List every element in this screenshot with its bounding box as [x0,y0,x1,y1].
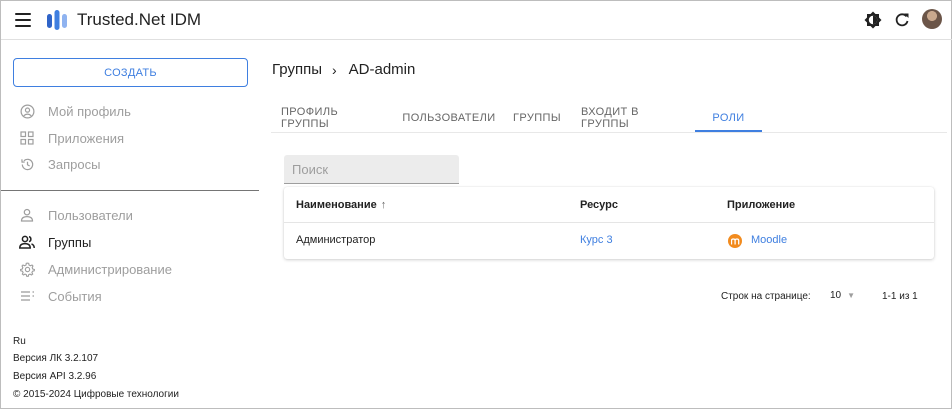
rows-per-page-label: Строк на странице: [721,291,811,302]
version-lk: Версия ЛК 3.2.107 [13,353,99,364]
active-tab-indicator [695,130,762,132]
sidebar-item-label: Запросы [48,156,101,172]
sidebar-item-administration[interactable]: Администрирование [19,258,172,280]
tab-group-profile[interactable]: ПРОФИЛЬ ГРУППЫ [281,104,385,132]
app-header: Trusted.Net IDM [1,1,952,40]
history-icon [19,156,35,172]
roles-table: Наименование ↑ Ресурс Приложение Админист… [284,187,934,259]
sidebar-item-users[interactable]: Пользователи [19,204,133,226]
cell-application-link[interactable]: Moodle [751,234,787,246]
rows-per-page-select[interactable]: 10 ▼ [830,290,855,301]
app-logo [47,10,67,30]
cell-resource-link[interactable]: Курс 3 [580,234,613,246]
sidebar-item-events[interactable]: События [19,285,102,307]
breadcrumb-parent[interactable]: Группы [272,61,322,78]
search-input[interactable] [284,155,459,184]
sidebar-divider [1,190,259,191]
settings-icon [19,261,35,277]
column-header-resource[interactable]: Ресурс [580,199,618,211]
theme-toggle-icon[interactable] [863,10,883,30]
version-api: Версия API 3.2.96 [13,371,97,382]
breadcrumb: Группы › AD-admin [272,61,415,78]
apps-grid-icon [19,130,35,146]
app-window: Trusted.Net IDM СОЗДАТЬ Мой профиль Прил [0,0,952,409]
table-header: Наименование ↑ Ресурс Приложение [284,187,934,223]
user-icon [19,207,35,223]
dropdown-caret-icon: ▼ [847,291,856,300]
avatar[interactable] [922,9,942,29]
copyright: © 2015-2024 Цифровые технологии [13,389,179,400]
sidebar-item-label: Администрирование [48,261,172,277]
sidebar-item-apps[interactable]: Приложения [19,127,124,149]
breadcrumb-current: AD-admin [348,61,416,78]
tab-users[interactable]: ПОЛЬЗОВАТЕЛИ [402,104,495,132]
sidebar-item-label: События [48,288,102,304]
pagination-range: 1-1 из 1 [882,291,918,302]
column-header-application[interactable]: Приложение [727,199,795,211]
breadcrumb-separator: › [331,61,337,78]
tab-roles[interactable]: РОЛИ [695,104,762,132]
menu-icon[interactable] [15,13,31,27]
sidebar-item-label: Приложения [48,130,125,146]
refresh-icon[interactable] [892,10,912,30]
cell-role-name: Администратор [296,234,376,246]
group-icon [19,234,35,250]
language-switch[interactable]: Ru [13,336,26,347]
sidebar-item-groups[interactable]: Группы [19,231,91,253]
account-circle-icon [19,103,35,119]
sidebar-item-requests[interactable]: Запросы [19,153,100,175]
sidebar-item-label: Мой профиль [48,103,131,119]
tab-groups[interactable]: ГРУППЫ [513,104,561,132]
tab-member-of[interactable]: ВХОДИТ В ГРУППЫ [581,104,685,132]
app-title: Trusted.Net IDM [77,10,202,29]
sort-ascending-icon[interactable]: ↑ [381,199,387,211]
create-button[interactable]: СОЗДАТЬ [13,58,248,87]
sidebar-item-label: Группы [48,234,92,250]
moodle-icon [728,234,742,248]
sidebar-item-my-profile[interactable]: Мой профиль [19,100,131,122]
events-list-icon [19,288,35,304]
tabs-divider [271,132,947,133]
sidebar-item-label: Пользователи [48,207,133,223]
column-header-name[interactable]: Наименование ↑ [296,199,386,211]
